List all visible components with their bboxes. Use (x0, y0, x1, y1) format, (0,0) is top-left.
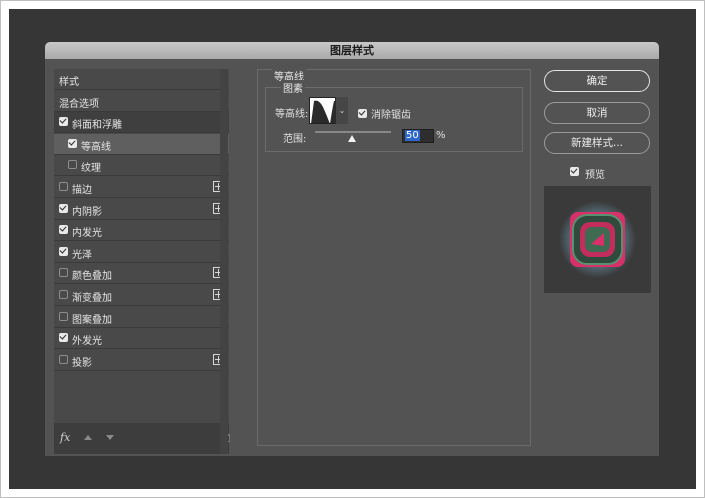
style-list-item-label: 斜面和浮雕 (72, 120, 122, 132)
style-checkbox[interactable] (59, 311, 68, 321)
preview-label: 预览 (585, 170, 605, 181)
anti-alias-checkbox[interactable] (358, 109, 367, 118)
style-list-item-label: 颜色叠加 (72, 271, 112, 283)
style-list-scrollbar[interactable] (220, 69, 228, 454)
preview-image (559, 201, 636, 278)
style-checkbox[interactable] (68, 160, 77, 170)
style-list-item[interactable]: 描边 (54, 177, 229, 198)
dialog-title: 图层样式 (45, 42, 659, 59)
style-list-panel: 样式混合选项斜面和浮雕等高线纹理描边内阴影内发光光泽颜色叠加渐变叠加图案叠加外发… (54, 69, 230, 454)
contour-dropdown-chevron-icon[interactable]: ⌄ (335, 97, 348, 124)
range-slider-track[interactable] (315, 131, 391, 133)
style-list-item-label: 外发光 (72, 336, 102, 348)
style-checkbox[interactable] (59, 290, 68, 299)
style-list-item-label: 投影 (72, 357, 92, 369)
style-checkbox[interactable] (59, 268, 68, 278)
style-list-item-label: 纹理 (81, 163, 101, 175)
style-list-item[interactable]: 颜色叠加 (54, 263, 229, 285)
style-list-item-label: 内阴影 (72, 206, 102, 218)
contour-label: 等高线: (275, 109, 309, 120)
style-list-item[interactable]: 内阴影 (54, 199, 229, 220)
style-checkbox[interactable] (59, 225, 68, 235)
range-unit: % (436, 130, 446, 141)
style-list-item[interactable]: 纹理 (54, 155, 229, 177)
style-checkbox[interactable] (59, 246, 68, 256)
style-list-item[interactable]: 光泽 (54, 242, 229, 263)
fx-button[interactable]: fx (60, 431, 70, 444)
preview-checkbox[interactable] (570, 167, 579, 176)
range-input[interactable]: 50 (402, 129, 434, 143)
range-value: 50 (405, 130, 420, 141)
style-list-item[interactable]: 投影 (54, 350, 229, 371)
cancel-button[interactable]: 取消 (544, 102, 650, 124)
style-list-item[interactable]: 混合选项 (54, 91, 229, 112)
style-list-item[interactable]: 外发光 (54, 328, 229, 350)
style-list-item[interactable]: 斜面和浮雕 (54, 112, 229, 134)
style-list-item-label: 描边 (72, 185, 92, 196)
style-checkbox[interactable] (59, 203, 68, 213)
new-style-button[interactable]: 新建样式... (544, 132, 650, 154)
range-slider-thumb[interactable] (348, 135, 356, 142)
anti-alias-label: 消除锯齿 (371, 110, 411, 121)
ok-button[interactable]: 确定 (544, 70, 650, 92)
style-checkbox[interactable] (59, 354, 68, 364)
style-list-item[interactable]: 内发光 (54, 220, 229, 242)
style-list-item[interactable]: 样式 (54, 69, 229, 90)
elements-group-title: 图素 (281, 80, 305, 95)
move-down-icon[interactable] (106, 435, 114, 440)
range-label: 范围: (283, 134, 307, 145)
style-list-footer: fx (54, 423, 230, 454)
style-list-item-label: 渐变叠加 (72, 293, 112, 304)
style-list-item[interactable]: 图案叠加 (54, 307, 229, 328)
preview-thumbnail (544, 186, 651, 293)
style-checkbox[interactable] (59, 333, 68, 343)
style-list-item-label: 混合选项 (59, 98, 99, 110)
style-list-item-label: 内发光 (72, 228, 102, 240)
move-up-icon[interactable] (84, 435, 92, 440)
style-list-item[interactable]: 等高线 (54, 133, 229, 155)
style-list-item-label: 样式 (59, 77, 79, 88)
style-list-item-label: 光泽 (72, 249, 92, 261)
style-list-item[interactable]: 渐变叠加 (54, 285, 229, 306)
style-checkbox[interactable] (59, 117, 68, 127)
style-checkbox[interactable] (68, 138, 77, 148)
style-list-item-label: 图案叠加 (72, 314, 112, 326)
style-list: 样式混合选项斜面和浮雕等高线纹理描边内阴影内发光光泽颜色叠加渐变叠加图案叠加外发… (54, 69, 229, 423)
layer-style-dialog: 图层样式 样式 混合选项 斜面和浮雕 等高线 纹理 描边 内阴影 内发光 光泽 颜色叠加 渐变叠加图… (45, 42, 659, 456)
style-list-item-label: 等高线 (81, 141, 111, 153)
style-checkbox[interactable] (59, 182, 68, 191)
